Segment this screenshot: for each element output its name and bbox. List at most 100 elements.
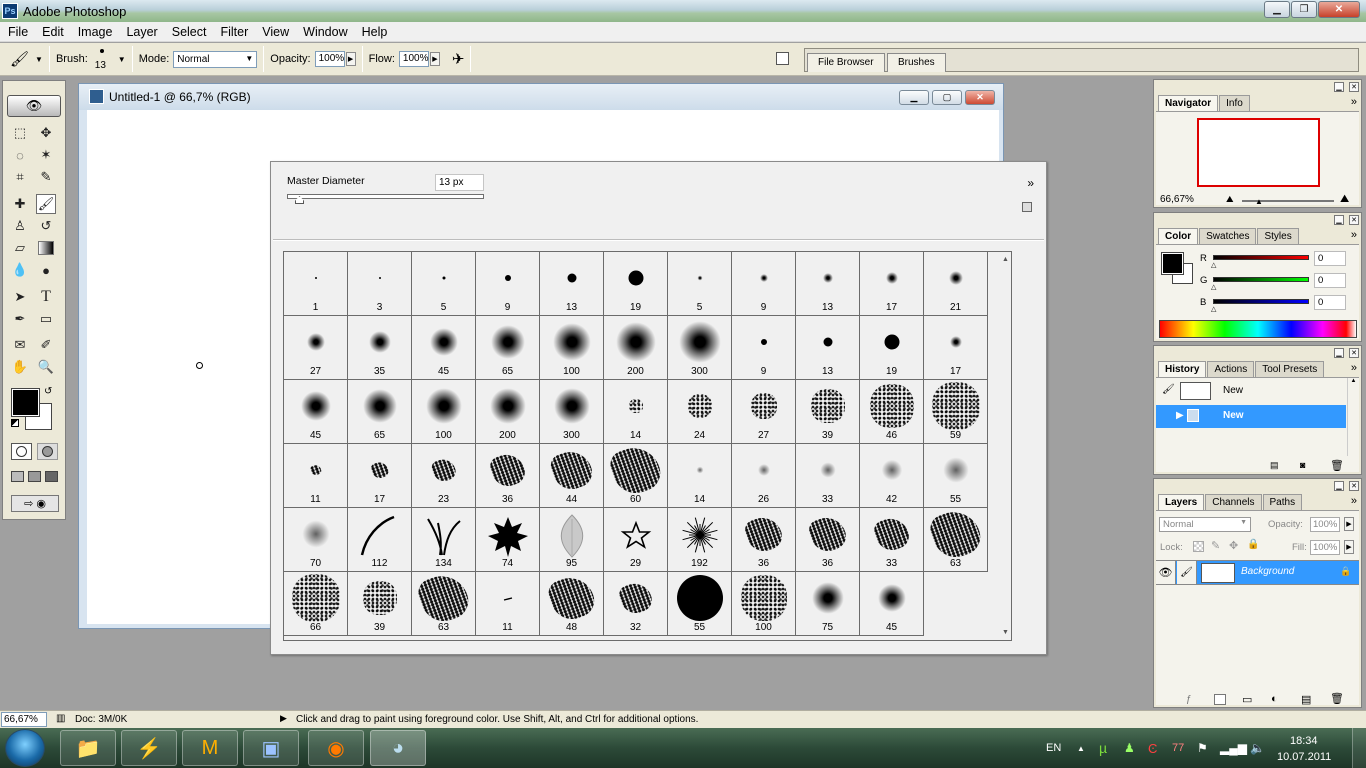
fill-input[interactable]: 100%: [1310, 540, 1340, 555]
tab-layers[interactable]: Layers: [1158, 494, 1205, 510]
menu-window[interactable]: Window: [295, 25, 353, 39]
brush-preset[interactable]: 21: [924, 252, 988, 316]
brush-preset[interactable]: 75: [796, 572, 860, 636]
menu-help[interactable]: Help: [354, 25, 394, 39]
color-close-icon[interactable]: ✕: [1349, 215, 1359, 225]
layer-visibility-eye-icon[interactable]: 👁: [1156, 561, 1176, 584]
brush-preset[interactable]: 100: [732, 572, 796, 636]
default-colors-icon[interactable]: [11, 419, 19, 427]
eyedropper-tool-icon[interactable]: ✐: [36, 335, 56, 355]
airbrush-icon[interactable]: ✈: [452, 50, 465, 68]
brush-tool-icon[interactable]: 🖌: [36, 194, 56, 214]
master-diameter-slider[interactable]: [287, 194, 484, 199]
taskbar-media-button[interactable]: M: [182, 730, 238, 766]
network-signal-icon[interactable]: ▂▄▆: [1220, 728, 1247, 768]
brush-picker[interactable]: 13: [92, 45, 114, 73]
clock-date[interactable]: 10.07.2011: [1277, 737, 1331, 768]
adjustment-layer-icon[interactable]: ◐: [1271, 693, 1278, 705]
channel-slider[interactable]: [1213, 277, 1309, 282]
tab-history[interactable]: History: [1158, 361, 1207, 377]
brush-preset[interactable]: 19: [604, 252, 668, 316]
screen-mode-standard-icon[interactable]: [11, 471, 24, 482]
tab-brushes[interactable]: Brushes: [887, 53, 946, 72]
brush-preset[interactable]: 100: [540, 316, 604, 380]
history-menu-icon[interactable]: »: [1351, 362, 1357, 374]
lock-all-icon[interactable]: 🔒: [1247, 539, 1259, 550]
brush-preset[interactable]: 66: [284, 572, 348, 636]
navigator-minimize-icon[interactable]: ▁: [1334, 82, 1344, 92]
healing-brush-tool-icon[interactable]: ✚: [10, 194, 30, 214]
start-button[interactable]: [5, 729, 45, 767]
photoshop-eye-logo-icon[interactable]: 👁: [7, 95, 61, 117]
channel-value-input[interactable]: 0: [1314, 251, 1346, 266]
new-document-from-state-icon[interactable]: ▤: [1270, 460, 1279, 471]
blur-tool-icon[interactable]: 💧: [10, 260, 30, 280]
screen-mode-full-menu-icon[interactable]: [28, 471, 41, 482]
history-scrollbar[interactable]: ▲: [1347, 378, 1359, 456]
brush-preset[interactable]: 27: [732, 380, 796, 444]
tab-swatches[interactable]: Swatches: [1199, 228, 1257, 244]
doc-minimize-button[interactable]: ▁: [899, 90, 929, 105]
type-tool-icon[interactable]: T: [36, 287, 56, 307]
tab-styles[interactable]: Styles: [1257, 228, 1299, 244]
brush-preset[interactable]: 33: [796, 444, 860, 508]
brush-preset[interactable]: 1: [284, 252, 348, 316]
brush-preset[interactable]: 36: [796, 508, 860, 572]
layers-close-icon[interactable]: ✕: [1349, 481, 1359, 491]
brush-preset[interactable]: 26: [732, 444, 796, 508]
brush-preset[interactable]: 70: [284, 508, 348, 572]
navigator-slider-thumb-icon[interactable]: ▲: [1255, 197, 1263, 206]
tab-tool-presets[interactable]: Tool Presets: [1255, 361, 1325, 377]
navigator-zoom-input[interactable]: 66,67%: [1158, 193, 1210, 207]
lasso-tool-icon[interactable]: ◌: [10, 145, 30, 165]
flow-slider-arrow-icon[interactable]: ▶: [429, 52, 440, 66]
layer-style-icon[interactable]: ƒ: [1186, 694, 1192, 705]
opacity-slider-arrow-icon[interactable]: ▶: [345, 52, 356, 66]
lock-image-icon[interactable]: ✎: [1211, 539, 1220, 552]
brush-preset[interactable]: 63: [412, 568, 476, 636]
new-layer-icon[interactable]: ▤: [1301, 693, 1311, 706]
dodge-tool-icon[interactable]: ●: [36, 260, 56, 280]
brush-preset[interactable]: 13: [540, 252, 604, 316]
doc-maximize-button[interactable]: ▢: [932, 90, 962, 105]
flow-input[interactable]: 100%: [398, 51, 429, 67]
clone-stamp-tool-icon[interactable]: ♙: [10, 216, 30, 236]
popup-resize-icon[interactable]: [1022, 202, 1032, 212]
brush-preset[interactable]: 39: [348, 572, 412, 636]
move-tool-icon[interactable]: ✥: [36, 123, 56, 143]
brush-preset[interactable]: 200: [604, 316, 668, 380]
status-zoom-input[interactable]: 66,67%: [1, 712, 47, 727]
tab-paths[interactable]: Paths: [1262, 494, 1303, 510]
gradient-tool-icon[interactable]: [38, 241, 54, 255]
quick-mask-button[interactable]: [37, 443, 58, 460]
master-diameter-input[interactable]: 13 px: [435, 174, 484, 191]
swap-colors-icon[interactable]: ↺: [44, 386, 52, 397]
delete-layer-icon[interactable]: 🗑: [1330, 692, 1344, 705]
channel-slider-thumb-icon[interactable]: △: [1211, 283, 1216, 291]
mode-select[interactable]: Normal ▼: [173, 50, 258, 68]
brush-preset[interactable]: 60: [604, 440, 668, 508]
layer-opacity-arrow-icon[interactable]: ▶: [1344, 517, 1354, 531]
history-brush-tool-icon[interactable]: ↺: [36, 216, 56, 236]
brush-preset[interactable]: 11: [284, 444, 348, 508]
scroll-down-icon[interactable]: ▼: [1002, 629, 1009, 636]
marquee-tool-icon[interactable]: ⬚: [10, 123, 30, 143]
brush-preset[interactable]: 5: [668, 252, 732, 316]
standard-mode-button[interactable]: [11, 443, 32, 460]
popup-menu-arrow-icon[interactable]: »: [1027, 176, 1034, 190]
color-foreground-swatch[interactable]: [1161, 252, 1184, 275]
brush-preset[interactable]: 45: [860, 572, 924, 636]
magic-wand-tool-icon[interactable]: ✶: [36, 145, 56, 165]
brush-preset[interactable]: 24: [668, 380, 732, 444]
lock-position-icon[interactable]: ✥: [1229, 539, 1238, 552]
brush-preset[interactable]: 29: [604, 508, 668, 572]
brush-preset[interactable]: 36: [732, 508, 796, 572]
brush-preset[interactable]: 27: [284, 316, 348, 380]
navigator-menu-icon[interactable]: »: [1351, 96, 1357, 108]
opacity-input[interactable]: 100%: [314, 51, 345, 67]
brush-tool-preset-icon[interactable]: 🖌: [10, 50, 29, 68]
brush-preset[interactable]: 55: [668, 572, 732, 636]
status-doc-size[interactable]: Doc: 3M/0K: [75, 714, 127, 725]
notes-tool-icon[interactable]: ✉: [10, 335, 30, 355]
brush-preset[interactable]: 65: [476, 316, 540, 380]
